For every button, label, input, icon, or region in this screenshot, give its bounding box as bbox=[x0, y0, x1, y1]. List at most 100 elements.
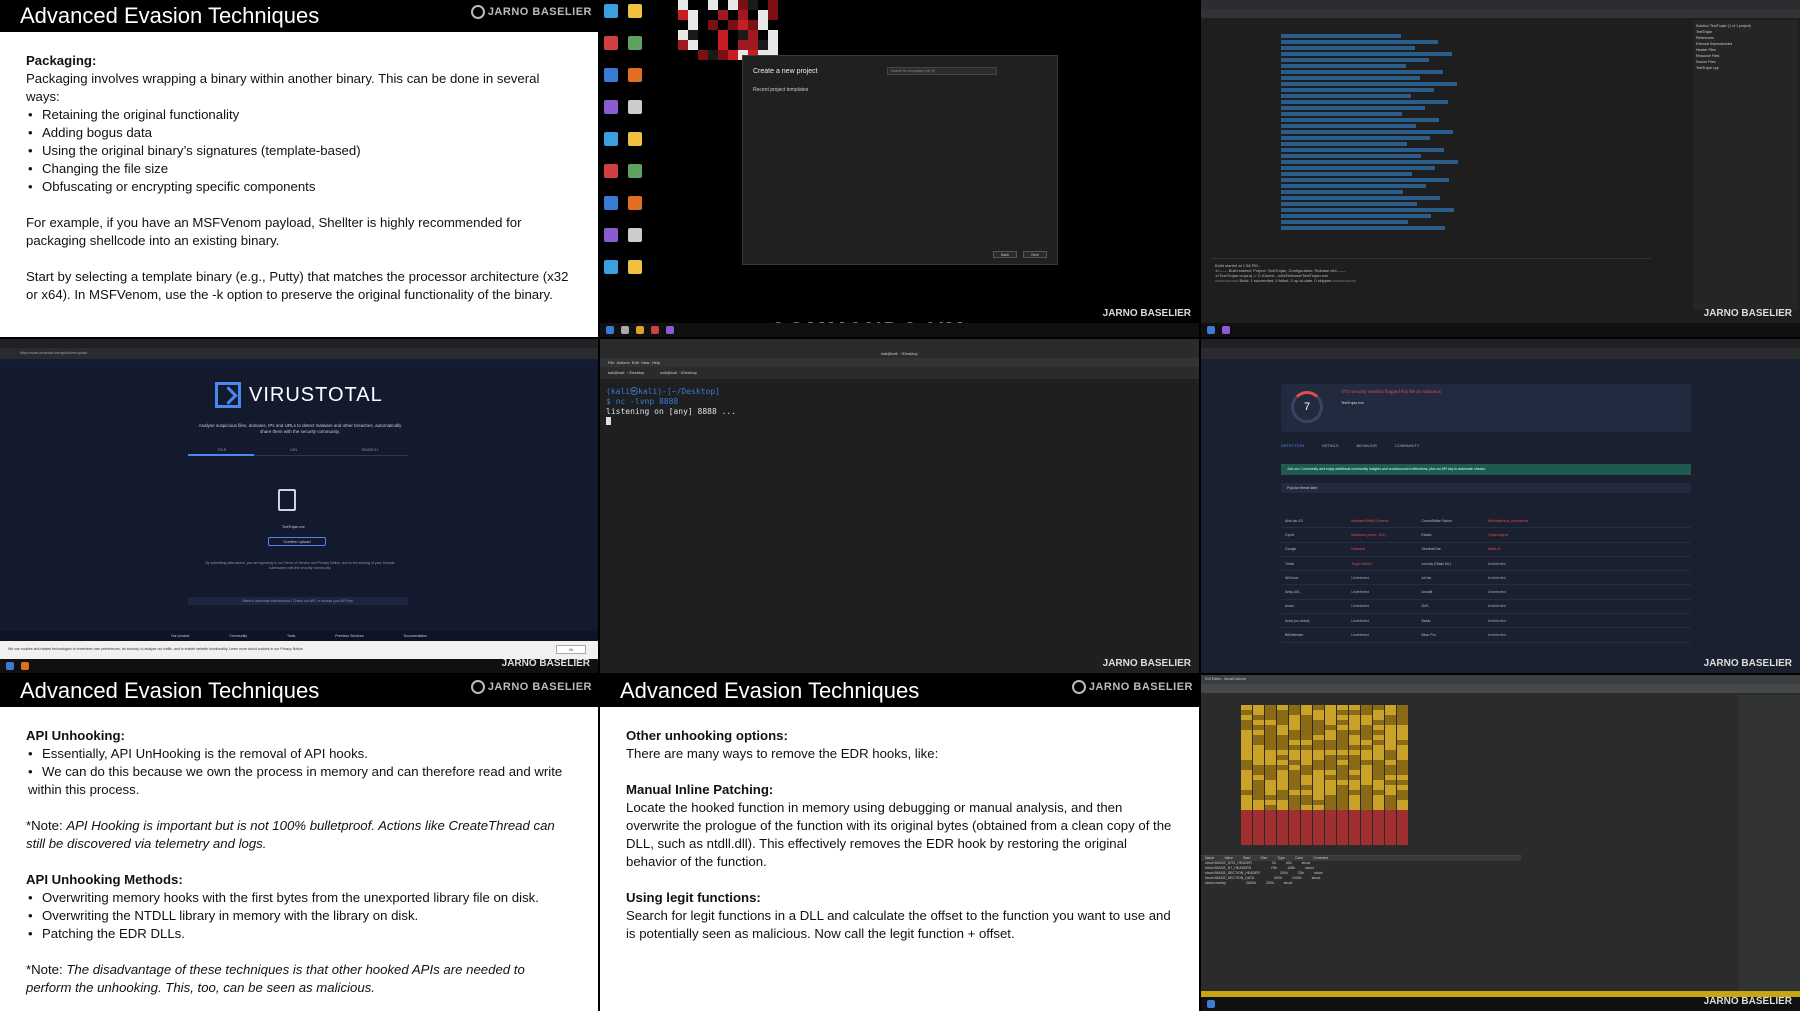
footer-link[interactable]: Documentation bbox=[404, 634, 428, 641]
footer-link[interactable]: Community bbox=[229, 634, 247, 641]
terminal-tab[interactable]: kali@kali: ~/Desktop bbox=[660, 370, 696, 376]
address-bar[interactable]: https://www.virustotal.com/gui/home/uplo… bbox=[0, 348, 598, 359]
wallpaper-pixel bbox=[698, 50, 708, 60]
file-icon bbox=[278, 489, 296, 511]
terminal-output[interactable]: (kali㉿kali)-[~/Desktop] $ nc -lvnp 8888 … bbox=[600, 379, 1199, 436]
desktop-shortcut-icon[interactable] bbox=[628, 100, 642, 114]
desktop-shortcut-icon[interactable] bbox=[628, 228, 642, 242]
start-icon[interactable] bbox=[606, 326, 614, 334]
desktop-shortcut-icon[interactable] bbox=[628, 260, 642, 274]
brand-ring-icon bbox=[470, 680, 485, 694]
wallpaper-pixel bbox=[678, 40, 688, 50]
watermark: JARNO BASELIER bbox=[501, 658, 590, 669]
confirm-upload-button[interactable]: Confirm upload bbox=[268, 537, 326, 546]
wallpaper-pixel bbox=[688, 20, 698, 30]
footer-link[interactable]: Premium Services bbox=[335, 634, 363, 641]
vendor-name: SentinelOne bbox=[1421, 547, 1441, 552]
terminal-menu: File Actions Edit View Help bbox=[600, 358, 1199, 367]
brand-logo: JARNO BASELIER bbox=[470, 5, 592, 19]
desktop-shortcut-icon[interactable] bbox=[628, 196, 642, 210]
start-icon[interactable] bbox=[6, 662, 14, 670]
vendor-verdict: Undetected bbox=[1351, 633, 1370, 638]
visual-studio-icon[interactable] bbox=[1222, 326, 1230, 334]
menu-item[interactable]: View bbox=[641, 360, 650, 365]
address-bar[interactable] bbox=[1201, 348, 1800, 359]
tab-details[interactable]: DETAILS bbox=[1322, 443, 1338, 448]
vendor-verdict: Undetected bbox=[1487, 590, 1506, 595]
desktop-shortcut-icon[interactable] bbox=[604, 260, 618, 274]
file-name[interactable]: TestTrojan.exe bbox=[282, 525, 305, 529]
code-line bbox=[1281, 226, 1445, 230]
hex-byte bbox=[1361, 840, 1372, 845]
tab-behavior[interactable]: BEHAVIOR bbox=[1357, 443, 1377, 448]
wallpaper-pixel bbox=[718, 50, 728, 60]
desktop-shortcut-icon[interactable] bbox=[604, 100, 618, 114]
tab-url[interactable]: URL bbox=[290, 447, 298, 452]
start-icon[interactable] bbox=[1207, 1000, 1215, 1008]
hex-view[interactable] bbox=[1211, 705, 1408, 855]
footer-link[interactable]: Tools bbox=[287, 634, 295, 641]
code-editor[interactable] bbox=[1241, 32, 1621, 237]
desktop-shortcut-icon[interactable] bbox=[604, 68, 618, 82]
toolbar[interactable] bbox=[1201, 9, 1800, 18]
next-button[interactable]: Next bbox=[1023, 251, 1047, 258]
browser-tabs[interactable] bbox=[1201, 339, 1800, 348]
template-search-input[interactable]: Search for templates (Alt+S) bbox=[887, 67, 997, 75]
desktop-shortcut-icon[interactable] bbox=[604, 196, 618, 210]
cookie-banner: We use cookies and related technologies … bbox=[0, 641, 598, 659]
wallpaper-pixel bbox=[768, 40, 778, 50]
tab-file[interactable]: FILE bbox=[218, 447, 226, 452]
code-line bbox=[1281, 196, 1440, 200]
slide-api-unhooking: Advanced Evasion Techniques JARNO BASELI… bbox=[0, 675, 598, 1011]
desktop-shortcut-icon[interactable] bbox=[604, 132, 618, 146]
tab-detection[interactable]: DETECTION bbox=[1281, 443, 1304, 448]
vendor-verdict: Malicious (score: 100) bbox=[1351, 532, 1386, 537]
wallpaper-pixel bbox=[738, 30, 748, 40]
menu-item[interactable]: Help bbox=[652, 360, 660, 365]
brand-logo: JARNO BASELIER bbox=[1071, 680, 1193, 694]
list-item: Retaining the original functionality bbox=[28, 106, 572, 124]
desktop-shortcut-icon[interactable] bbox=[628, 36, 642, 50]
tab-search[interactable]: SEARCH bbox=[361, 447, 378, 452]
desktop-shortcut-icon[interactable] bbox=[628, 132, 642, 146]
browser-icon[interactable] bbox=[21, 662, 29, 670]
menu-item[interactable]: Edit bbox=[632, 360, 639, 365]
code-line bbox=[1281, 64, 1406, 68]
footer-link[interactable]: Our product bbox=[171, 634, 189, 641]
template-row[interactable]: struct overlay 2A00h 200h struct bbox=[1201, 881, 1521, 886]
back-button[interactable]: Back bbox=[993, 251, 1017, 258]
browser-tabs[interactable] bbox=[0, 339, 598, 348]
visual-studio-icon[interactable] bbox=[666, 326, 674, 334]
code-line bbox=[1281, 178, 1449, 182]
menu-item[interactable]: File bbox=[608, 360, 614, 365]
search-icon[interactable] bbox=[621, 326, 629, 334]
community-banner[interactable]: Join our Community and enjoy additional … bbox=[1281, 464, 1691, 475]
detection-flag: 7/72 security vendors flagged this file … bbox=[1341, 389, 1442, 394]
tab-community[interactable]: COMMUNITY bbox=[1395, 443, 1420, 448]
terminal-tab[interactable]: kali@kali: ~/Desktop bbox=[608, 370, 644, 376]
tree-item[interactable]: TestTrojan.cpp bbox=[1696, 65, 1795, 71]
toolbar[interactable] bbox=[1201, 684, 1800, 693]
vendor-verdict: Static AI bbox=[1487, 547, 1501, 552]
desktop-shortcut-icon[interactable] bbox=[604, 4, 618, 18]
desktop-shortcut-icon[interactable] bbox=[628, 164, 642, 178]
desktop-shortcut-icon[interactable] bbox=[628, 4, 642, 18]
folder-icon[interactable] bbox=[636, 326, 644, 334]
desktop-shortcut-icon[interactable] bbox=[604, 36, 618, 50]
cookie-ok-button[interactable]: Ok bbox=[556, 645, 586, 654]
code-line bbox=[1281, 40, 1438, 44]
desktop-shortcut-icon[interactable] bbox=[604, 164, 618, 178]
menu-bar[interactable] bbox=[1201, 0, 1800, 9]
start-icon[interactable] bbox=[1207, 326, 1215, 334]
list-item: Overwriting memory hooks with the first … bbox=[28, 889, 572, 907]
api-banner[interactable]: Want to automate submissions? Check our … bbox=[188, 597, 408, 605]
vendor-row: Google Detected SentinelOne Static AI bbox=[1281, 543, 1691, 557]
vendor-row: Antiy-AVL Undetected Arcabit Undetected bbox=[1281, 585, 1691, 600]
watermark: JARNO BASELIER bbox=[1703, 308, 1792, 319]
slide-title: Advanced Evasion Techniques bbox=[20, 678, 320, 703]
app-icon[interactable] bbox=[651, 326, 659, 334]
desktop-shortcut-icon[interactable] bbox=[628, 68, 642, 82]
menu-item[interactable]: Actions bbox=[616, 360, 629, 365]
desktop-shortcut-icon[interactable] bbox=[604, 228, 618, 242]
wallpaper-pixel bbox=[708, 0, 718, 10]
